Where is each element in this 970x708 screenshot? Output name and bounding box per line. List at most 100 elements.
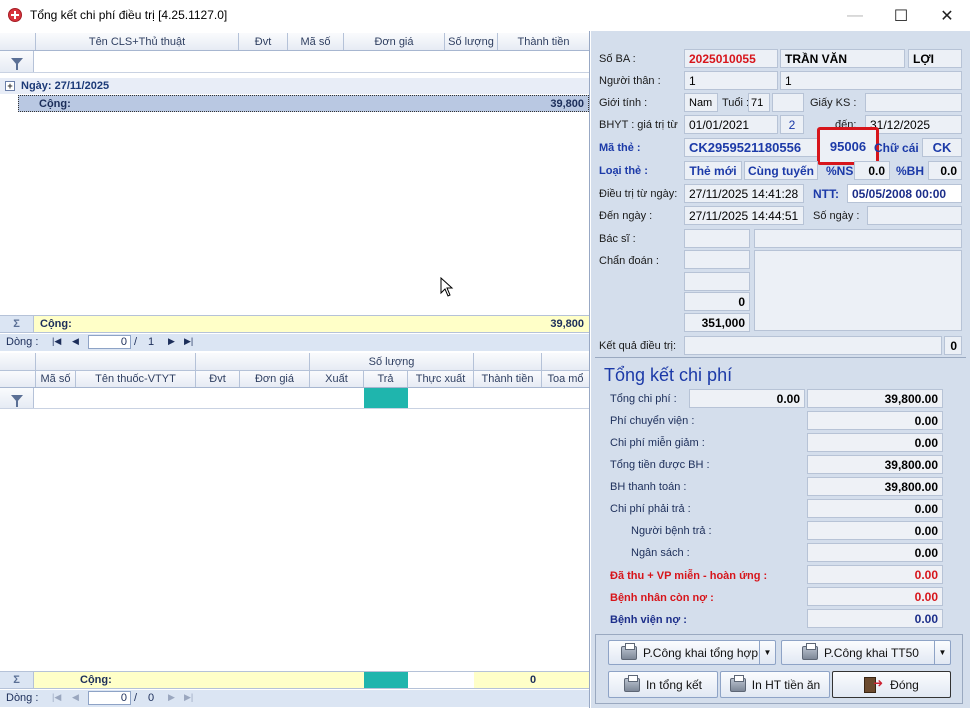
nav-prev-icon[interactable]: ◀ bbox=[72, 692, 79, 703]
col-dvt[interactable]: Đvt bbox=[239, 33, 288, 50]
cong-khai-tt50-button[interactable]: P.Công khai TT50 ▼ bbox=[781, 640, 951, 665]
dropdown-arrow-icon[interactable]: ▼ bbox=[934, 641, 950, 664]
left-panel: Tên CLS+Thủ thuật Đvt Mã số Đơn giá Số l… bbox=[0, 31, 590, 708]
summary-value-6[interactable]: 0.00 bbox=[807, 521, 943, 540]
bhyt-den-field[interactable]: 31/12/2025 bbox=[865, 115, 962, 134]
gioi-tinh-field[interactable]: Nam bbox=[684, 93, 718, 112]
ten-field[interactable]: LỢI bbox=[908, 49, 962, 68]
dong-button[interactable]: Đóng bbox=[832, 671, 951, 698]
dropdown-arrow-icon[interactable]: ▼ bbox=[759, 641, 775, 664]
cls-filter-row[interactable] bbox=[0, 51, 589, 73]
chu-cai-label: Chữ cái bbox=[874, 141, 919, 155]
chan-doan-code-field[interactable] bbox=[684, 250, 750, 269]
tuyen-field[interactable]: Cùng tuyến bbox=[744, 161, 818, 180]
col-drug-thuc-xuat[interactable]: Thực xuất bbox=[408, 371, 474, 387]
nav-next-icon[interactable]: ▶ bbox=[168, 692, 175, 703]
summary-value-3[interactable]: 39,800.00 bbox=[807, 455, 943, 474]
cls-group-row[interactable]: + Ngày: 27/11/2025 bbox=[0, 78, 589, 94]
loai-the-field[interactable]: Thẻ mới bbox=[684, 161, 742, 180]
chu-cai-field[interactable]: CK bbox=[922, 138, 962, 157]
value-351-field[interactable]: 351,000 bbox=[684, 313, 750, 332]
filter-icon[interactable] bbox=[0, 388, 34, 408]
summary-left-0[interactable]: 0.00 bbox=[689, 389, 805, 408]
den-ngay-label: Đến ngày : bbox=[599, 210, 653, 222]
col-drug-ma-so[interactable]: Mã số bbox=[36, 371, 76, 387]
col-drug-don-gia[interactable]: Đơn giá bbox=[240, 371, 310, 387]
so-ngay-field[interactable] bbox=[867, 206, 962, 225]
ns-field[interactable]: 0.0 bbox=[854, 161, 890, 180]
nav-last-icon[interactable]: ▶| bbox=[184, 692, 193, 703]
tuoi-field[interactable]: 71 bbox=[748, 93, 770, 112]
ho-field[interactable]: TRẦN VĂN bbox=[780, 49, 905, 68]
nav-current-input[interactable]: 0 bbox=[88, 335, 131, 349]
dieu-tri-tu-field[interactable]: 27/11/2025 14:41:28 bbox=[684, 184, 804, 203]
ntt-field[interactable]: 05/05/2008 00:00 bbox=[847, 184, 962, 203]
col-drug-xuat[interactable]: Xuất bbox=[310, 371, 364, 387]
nguoi-than-field-1[interactable]: 1 bbox=[684, 71, 778, 90]
col-group-so-luong[interactable]: Số lượng bbox=[310, 353, 474, 370]
tra-filter-cell[interactable] bbox=[364, 388, 408, 408]
ma-the-field[interactable]: CK2959521180556 bbox=[684, 138, 818, 157]
drug-grid-header: Mã số Tên thuốc-VTYT Đvt Đơn giá Xuất Tr… bbox=[0, 371, 589, 388]
nav-first-icon[interactable]: |◀ bbox=[52, 692, 61, 703]
expand-icon[interactable]: + bbox=[5, 81, 15, 91]
summary-value-1[interactable]: 0.00 bbox=[807, 411, 943, 430]
col-ten-cls[interactable]: Tên CLS+Thủ thuật bbox=[36, 33, 239, 50]
mouse-cursor-icon bbox=[440, 277, 454, 297]
bac-si-label: Bác sĩ : bbox=[599, 233, 636, 245]
chan-doan-text-field[interactable] bbox=[754, 250, 962, 331]
nav-first-icon[interactable]: |◀ bbox=[52, 336, 61, 347]
col-ma-so[interactable]: Mã số bbox=[288, 33, 344, 50]
ma-dk-field[interactable]: 95006 bbox=[817, 127, 879, 165]
bh-field[interactable]: 0.0 bbox=[928, 161, 962, 180]
bhyt-so-field[interactable]: 2 bbox=[780, 115, 804, 134]
footer-total: 39,800 bbox=[550, 318, 584, 330]
nguoi-than-field-2[interactable]: 1 bbox=[780, 71, 962, 90]
cong-khai-tong-hop-button[interactable]: P.Công khai tổng hợp ▼ bbox=[608, 640, 776, 665]
col-drug-tra[interactable]: Trả bbox=[364, 371, 408, 387]
drug-footer-total: 0 bbox=[530, 674, 537, 686]
ket-qua-text-field[interactable] bbox=[684, 336, 942, 355]
nav-label: Dòng : bbox=[6, 692, 39, 704]
col-don-gia[interactable]: Đơn giá bbox=[344, 33, 445, 50]
nav-last-icon[interactable]: ▶| bbox=[184, 336, 193, 347]
den-ngay-field[interactable]: 27/11/2025 14:44:51 bbox=[684, 206, 804, 225]
maximize-button[interactable]: ☐ bbox=[878, 0, 924, 31]
bac-si-code-field[interactable] bbox=[684, 229, 750, 248]
value-zero-field[interactable]: 0 bbox=[684, 292, 750, 311]
filter-icon[interactable] bbox=[0, 51, 34, 72]
col-drug-thanh-tien[interactable]: Thành tiền bbox=[474, 371, 542, 387]
drug-grid-group-header: Số lượng bbox=[0, 353, 589, 371]
nav-current-input[interactable]: 0 bbox=[88, 691, 131, 705]
summary-value-5[interactable]: 0.00 bbox=[807, 499, 943, 518]
col-thanh-tien[interactable]: Thành tiền bbox=[498, 33, 589, 50]
summary-value-10[interactable]: 0.00 bbox=[807, 609, 943, 628]
ket-qua-field[interactable]: 0 bbox=[944, 336, 962, 355]
so-ba-field[interactable]: 2025010055 bbox=[684, 49, 778, 68]
summary-value-0[interactable]: 39,800.00 bbox=[807, 389, 943, 408]
nav-next-icon[interactable]: ▶ bbox=[168, 336, 175, 347]
bac-si-name-field[interactable] bbox=[754, 229, 962, 248]
col-drug-dvt[interactable]: Đvt bbox=[196, 371, 240, 387]
chan-doan-code-field-2[interactable] bbox=[684, 272, 750, 291]
in-tong-ket-button[interactable]: In tổng kết bbox=[608, 671, 718, 698]
close-button[interactable]: ✕ bbox=[924, 0, 970, 31]
cls-subtotal-row[interactable]: Cộng: 39,800 bbox=[18, 95, 589, 112]
summary-value-7[interactable]: 0.00 bbox=[807, 543, 943, 562]
drug-filter-row[interactable] bbox=[0, 388, 589, 409]
chan-doan-label: Chẩn đoán : bbox=[599, 255, 659, 267]
patient-panel: Số BA : 2025010055 TRẦN VĂN LỢI Người th… bbox=[591, 31, 970, 708]
col-drug-toa-mo[interactable]: Toa mổ bbox=[542, 371, 589, 387]
giay-ks-field[interactable] bbox=[865, 93, 962, 112]
minimize-button[interactable]: — bbox=[832, 0, 878, 31]
nav-prev-icon[interactable]: ◀ bbox=[72, 336, 79, 347]
col-so-luong[interactable]: Số lượng bbox=[445, 33, 498, 50]
bhyt-tu-field[interactable]: 01/01/2021 bbox=[684, 115, 778, 134]
summary-value-2[interactable]: 0.00 bbox=[807, 433, 943, 452]
col-drug-ten[interactable]: Tên thuốc-VTYT bbox=[76, 371, 196, 387]
in-ht-tien-an-button[interactable]: In HT tiền ăn bbox=[720, 671, 830, 698]
summary-value-8[interactable]: 0.00 bbox=[807, 565, 943, 584]
summary-value-9[interactable]: 0.00 bbox=[807, 587, 943, 606]
printer-icon bbox=[621, 642, 637, 660]
summary-value-4[interactable]: 39,800.00 bbox=[807, 477, 943, 496]
